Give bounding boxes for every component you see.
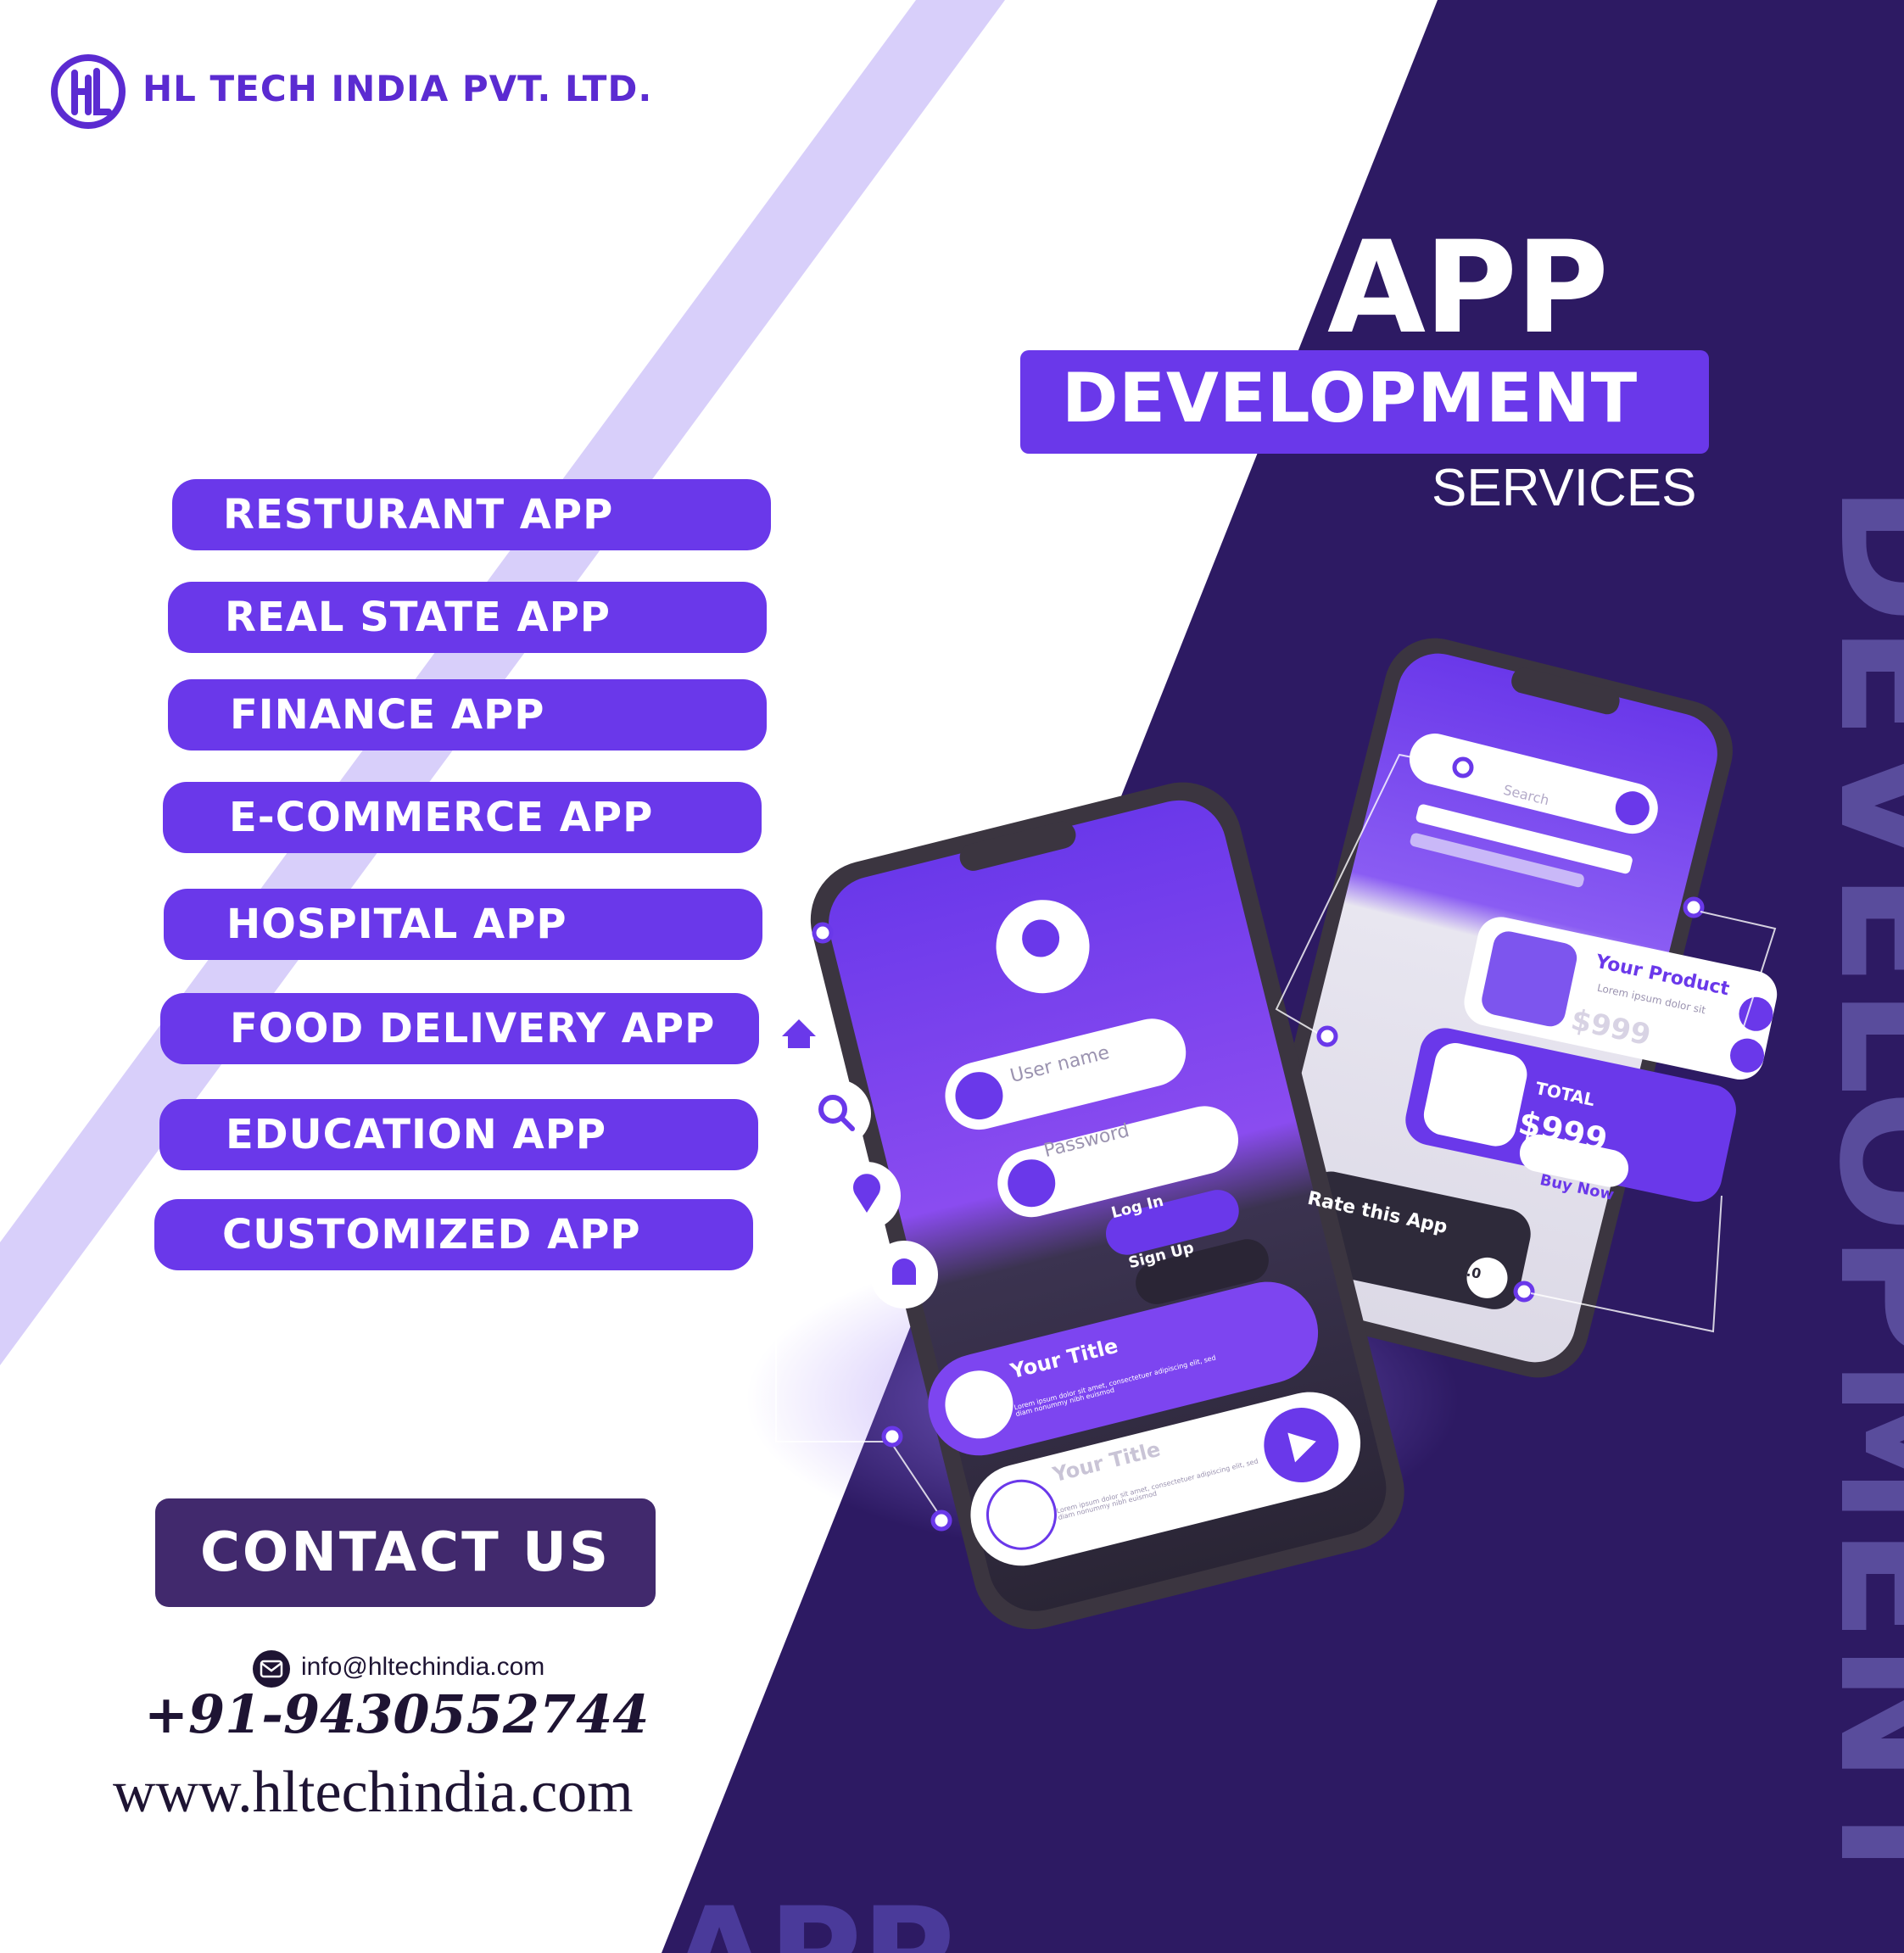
- phone-number[interactable]: +91-9430552744: [144, 1683, 649, 1746]
- poster: DEVELOPMENT APP HL TECH INDIA PVT. LTD. …: [0, 0, 1904, 1953]
- contact-us-button[interactable]: CONTACT US: [155, 1498, 656, 1607]
- search-icon: [803, 1080, 871, 1147]
- website-link[interactable]: www.hltechindia.com: [113, 1757, 634, 1828]
- email-link[interactable]: info@hltechindia.com: [301, 1650, 544, 1683]
- mail-icon: [253, 1650, 290, 1688]
